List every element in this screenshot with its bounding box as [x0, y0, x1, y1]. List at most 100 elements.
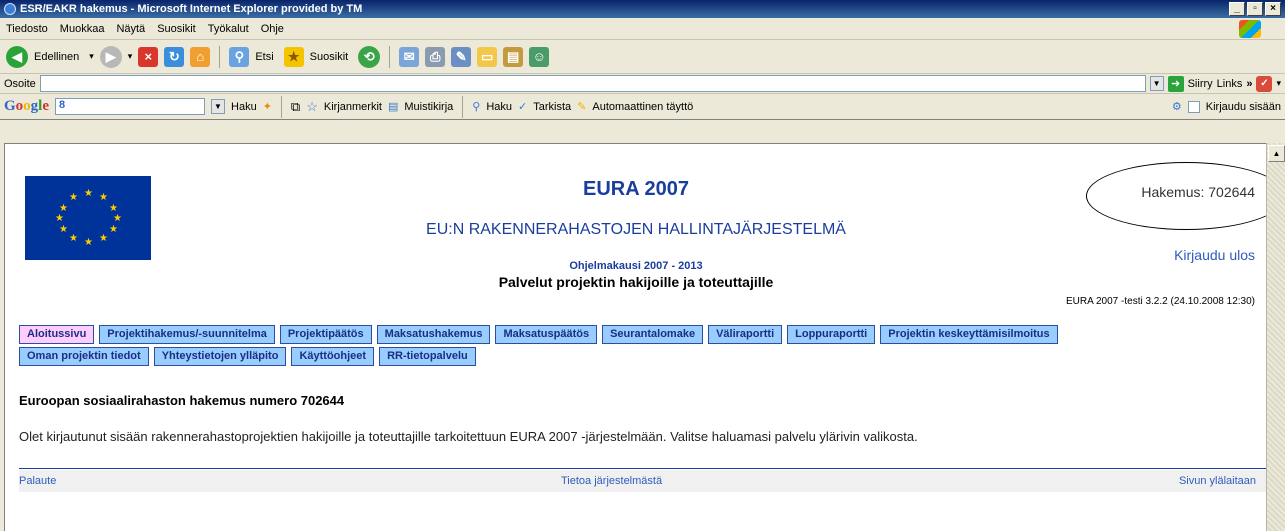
- nav-final-report[interactable]: Loppuraportti: [787, 325, 876, 344]
- autofill-icon[interactable]: ✎: [577, 100, 586, 113]
- find-icon[interactable]: ⚲: [472, 100, 480, 113]
- search-icon[interactable]: ⚲: [229, 46, 250, 67]
- back-arrow-icon[interactable]: ◀: [6, 45, 28, 68]
- go-arrow-icon[interactable]: ➜: [1167, 75, 1184, 92]
- forward-dropdown-icon[interactable]: ▾: [128, 51, 133, 62]
- bookmark-star-icon[interactable]: ☆: [306, 99, 318, 115]
- address-input[interactable]: [39, 75, 1146, 92]
- messenger-icon[interactable]: ☺: [529, 46, 550, 67]
- vertical-scrollbar[interactable]: ▲: [1266, 143, 1285, 531]
- menu-view[interactable]: Näytä: [116, 23, 145, 35]
- edit-icon[interactable]: ✎: [451, 46, 472, 67]
- nav-payment-decision[interactable]: Maksatuspäätös: [495, 325, 598, 344]
- nav-own-project[interactable]: Oman projektin tiedot: [19, 347, 149, 366]
- nav-row-1: Aloitussivu Projektihakemus/-suunnitelma…: [19, 325, 1058, 344]
- address-label: Osoite: [4, 77, 36, 90]
- close-button[interactable]: ×: [1265, 2, 1281, 16]
- favorites-star-icon[interactable]: ★: [283, 46, 304, 67]
- back-dropdown-icon[interactable]: ▾: [89, 51, 94, 62]
- version-info: EURA 2007 -testi 3.2.2 (24.10.2008 12:30…: [1065, 296, 1255, 307]
- chevron-right-icon[interactable]: »: [1246, 78, 1252, 90]
- checkbox-icon[interactable]: [1187, 100, 1200, 113]
- address-bar: Osoite ▼ ➜ Siirry Links » ✓ ▾: [0, 74, 1285, 94]
- feedback-link[interactable]: Palaute: [19, 475, 56, 487]
- nav-rr-info-service[interactable]: RR-tietopalvelu: [379, 347, 476, 366]
- back-button-label[interactable]: Edellinen: [34, 51, 79, 63]
- toolbar-separator: [462, 95, 464, 118]
- norton-dropdown-icon[interactable]: ▾: [1276, 78, 1281, 89]
- nav-row-2: Oman projektin tiedot Yhteystietojen yll…: [19, 347, 476, 366]
- nav-monitoring-form[interactable]: Seurantalomake: [602, 325, 704, 344]
- page-title: EURA 2007: [583, 178, 689, 200]
- scroll-up-icon[interactable]: ▲: [1268, 145, 1285, 162]
- google-dropdown-icon[interactable]: ▼: [211, 99, 226, 114]
- menu-favorites[interactable]: Suosikit: [157, 23, 196, 35]
- top-link[interactable]: Sivun ylälaitaan: [1179, 475, 1256, 487]
- favorites-button-label[interactable]: Suosikit: [310, 51, 349, 63]
- windows-logo-icon: [1239, 20, 1261, 38]
- search-button-label[interactable]: Etsi: [255, 51, 273, 63]
- spellcheck-button[interactable]: Tarkista: [533, 101, 571, 113]
- mail-icon[interactable]: ✉: [399, 46, 420, 67]
- google-toolbar: Google 8 ▼ Haku ✦ ⧉ ☆ Kirjanmerkit ▤ Mui…: [0, 94, 1285, 120]
- g8-label: 8: [59, 99, 66, 111]
- popup-blocker-icon[interactable]: ⧉: [291, 99, 300, 115]
- minimize-button[interactable]: _: [1229, 2, 1245, 16]
- pagerank-icon[interactable]: ✦: [263, 100, 272, 113]
- forward-arrow-icon[interactable]: ▶: [99, 45, 122, 68]
- nav-interim-report[interactable]: Väliraportti: [708, 325, 783, 344]
- menu-tools[interactable]: Työkalut: [208, 23, 249, 35]
- menu-edit[interactable]: Muokkaa: [60, 23, 105, 35]
- toolbar-separator: [280, 95, 282, 118]
- print-icon[interactable]: ⎙: [425, 46, 446, 67]
- browser-window: ESR/EAKR hakemus - Microsoft Internet Ex…: [0, 0, 1285, 531]
- standard-toolbar: ◀ Edellinen ▾ ▶ ▾ × ↻ ⌂ ⚲ Etsi ★ Suosiki…: [0, 40, 1285, 74]
- nav-project-termination[interactable]: Projektin keskeyttämisilmoitus: [880, 325, 1058, 344]
- page-content: ★ ★ ★ ★ ★ ★ ★ ★ ★ ★ ★ ★ EURA 2007 EU:N R…: [4, 143, 1266, 531]
- toolbar-separator: [219, 45, 221, 68]
- menu-bar: Tiedosto Muokkaa Näytä Suosikit Työkalut…: [0, 18, 1285, 40]
- go-button-label[interactable]: Siirry: [1188, 78, 1213, 90]
- application-number: Hakemus: 702644: [1141, 184, 1255, 200]
- folder-icon[interactable]: ▭: [477, 46, 498, 67]
- spellcheck-icon[interactable]: ✓: [518, 100, 527, 113]
- footer: Palaute Tietoa järjestelmästä Sivun yläl…: [19, 470, 1266, 492]
- nav-payment-application[interactable]: Maksatushakemus: [376, 325, 491, 344]
- history-icon[interactable]: ⟲: [358, 45, 381, 68]
- footer-divider: [19, 468, 1266, 469]
- menu-file[interactable]: Tiedosto: [6, 23, 48, 35]
- window-title: ESR/EAKR hakemus - Microsoft Internet Ex…: [20, 3, 363, 15]
- links-label[interactable]: Links: [1217, 78, 1243, 90]
- autofill-button[interactable]: Automaattinen täyttö: [592, 101, 693, 113]
- nav-project-decision[interactable]: Projektipäätös: [279, 325, 372, 344]
- application-heading: Euroopan sosiaalirahaston hakemus numero…: [19, 393, 345, 408]
- nav-contact-maintenance[interactable]: Yhteystietojen ylläpito: [153, 347, 287, 366]
- stop-icon[interactable]: ×: [138, 46, 159, 67]
- refresh-icon[interactable]: ↻: [164, 46, 185, 67]
- page-subtitle: EU:N RAKENNERAHASTOJEN HALLINTAJÄRJESTEL…: [426, 221, 846, 238]
- maximize-button[interactable]: ▫: [1247, 2, 1263, 16]
- nav-user-guide[interactable]: Käyttöohjeet: [291, 347, 375, 366]
- google-search-button[interactable]: Haku: [231, 101, 257, 113]
- notebook-icon[interactable]: ▤: [388, 100, 398, 113]
- signin-button[interactable]: Kirjaudu sisään: [1206, 101, 1281, 113]
- about-link[interactable]: Tietoa järjestelmästä: [561, 475, 662, 487]
- intro-text: Olet kirjautunut sisään rakennerahastopr…: [19, 429, 918, 444]
- menu-help[interactable]: Ohje: [261, 23, 284, 35]
- nav-project-application[interactable]: Projektihakemus/-suunnitelma: [99, 325, 275, 344]
- ie-icon: [4, 3, 16, 15]
- bookmarks-button[interactable]: Kirjanmerkit: [324, 101, 382, 113]
- research-icon[interactable]: ▤: [503, 46, 524, 67]
- address-dropdown-icon[interactable]: ▼: [1149, 76, 1164, 91]
- logout-link[interactable]: Kirjaudu ulos: [1174, 247, 1255, 263]
- program-period: Ohjelmakausi 2007 - 2013: [569, 260, 703, 272]
- nav-home[interactable]: Aloitussivu: [19, 325, 95, 344]
- title-bar: ESR/EAKR hakemus - Microsoft Internet Ex…: [0, 0, 1285, 18]
- notebook-button[interactable]: Muistikirja: [404, 101, 453, 113]
- toolbar-separator: [389, 45, 391, 68]
- google-search-input[interactable]: 8: [55, 98, 206, 115]
- home-icon[interactable]: ⌂: [190, 46, 211, 67]
- norton-icon[interactable]: ✓: [1256, 75, 1273, 92]
- find-button[interactable]: Haku: [486, 101, 512, 113]
- settings-wrench-icon[interactable]: ⚙: [1172, 100, 1182, 113]
